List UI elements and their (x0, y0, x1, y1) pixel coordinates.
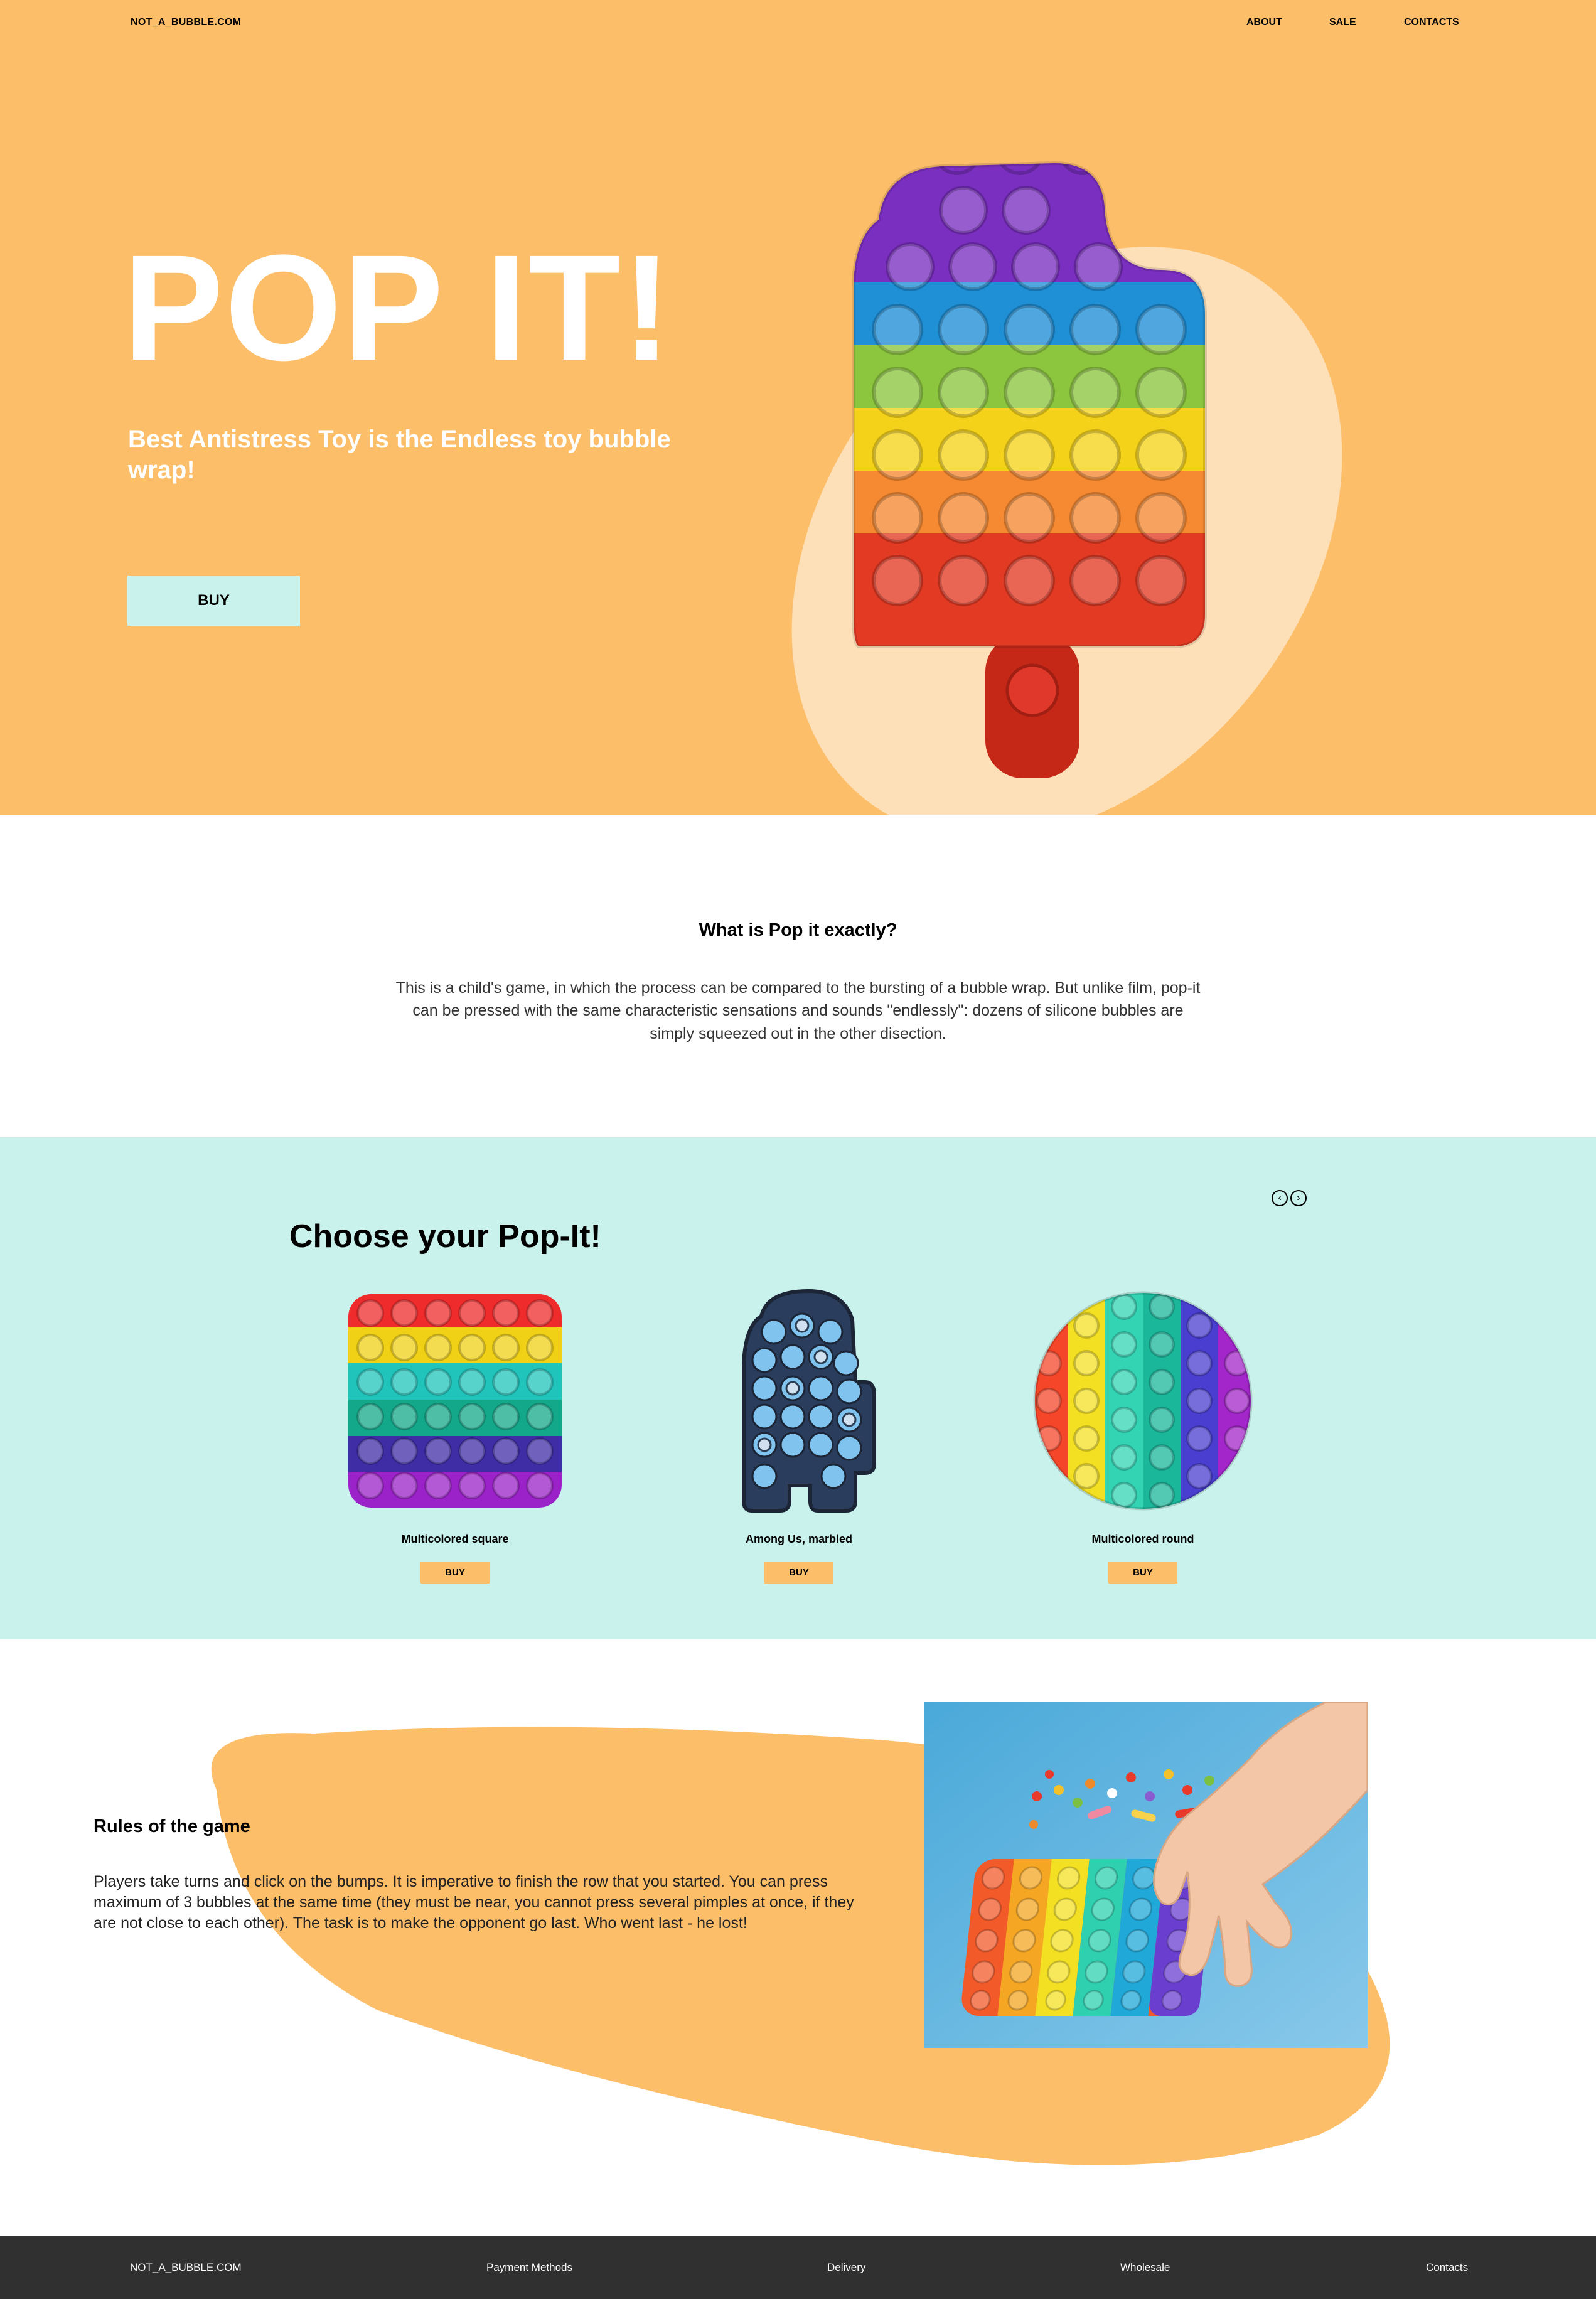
footer-link-delivery[interactable]: Delivery (827, 2261, 865, 2274)
what-is-text: This is a child's game, in which the pro… (395, 979, 1201, 1042)
footer-brand[interactable]: NOT_A_BUBBLE.COM (130, 2261, 242, 2274)
product-buy-button[interactable]: BUY (1108, 1562, 1177, 1584)
hero-buy-button[interactable]: BUY (127, 576, 300, 626)
rules-text: Players take turns and click on the bump… (94, 1873, 854, 1932)
hero-section: NOT_A_BUBBLE.COM ABOUT SALE CONTACTS POP… (0, 0, 1596, 815)
footer-link-wholesale[interactable]: Wholesale (1120, 2261, 1170, 2274)
chevron-right-icon[interactable]: › (1290, 1190, 1307, 1206)
product-name: Multicolored square (401, 1533, 509, 1545)
footer-link-payment-methods[interactable]: Payment Methods (486, 2261, 572, 2274)
product-name: Among Us, marbled (745, 1533, 853, 1545)
choose-section: Choose your Pop-It! ‹ › Multicolored squ… (0, 1137, 1596, 1639)
chevron-left-icon[interactable]: ‹ (1272, 1190, 1288, 1206)
rules-title: Rules of the game (94, 1816, 250, 1836)
footer: NOT_A_BUBBLE.COM Payment Methods Deliver… (0, 2236, 1596, 2299)
round-popit-image (1033, 1291, 1253, 1511)
nav-sale[interactable]: SALE (1329, 17, 1356, 28)
footer-link-contacts[interactable]: Contacts (1426, 2261, 1468, 2274)
nav-about[interactable]: ABOUT (1246, 17, 1282, 28)
product-buy-button[interactable]: BUY (764, 1562, 833, 1584)
square-popit-image (348, 1294, 562, 1508)
popsicle-popit-image (791, 161, 1342, 815)
product-buy-button[interactable]: BUY (420, 1562, 490, 1584)
product-name: Multicolored round (1091, 1533, 1194, 1545)
nav-contacts[interactable]: CONTACTS (1404, 17, 1459, 28)
hero-title: POP IT! (123, 223, 673, 392)
brand-logo[interactable]: NOT_A_BUBBLE.COM (131, 17, 241, 28)
product-card: Multicolored square BUY (342, 1288, 568, 1602)
product-card: Among Us, marbled BUY (686, 1288, 912, 1602)
among-us-popit-image (742, 1289, 876, 1513)
choose-title: Choose your Pop-It! (289, 1218, 601, 1255)
what-is-title: What is Pop it exactly? (699, 920, 897, 940)
playing-popit-photo (924, 1702, 1368, 2048)
hero-subtitle: Best Antistress Toy is the Endless toy b… (128, 426, 671, 484)
product-card: Multicolored round BUY (1030, 1288, 1256, 1602)
